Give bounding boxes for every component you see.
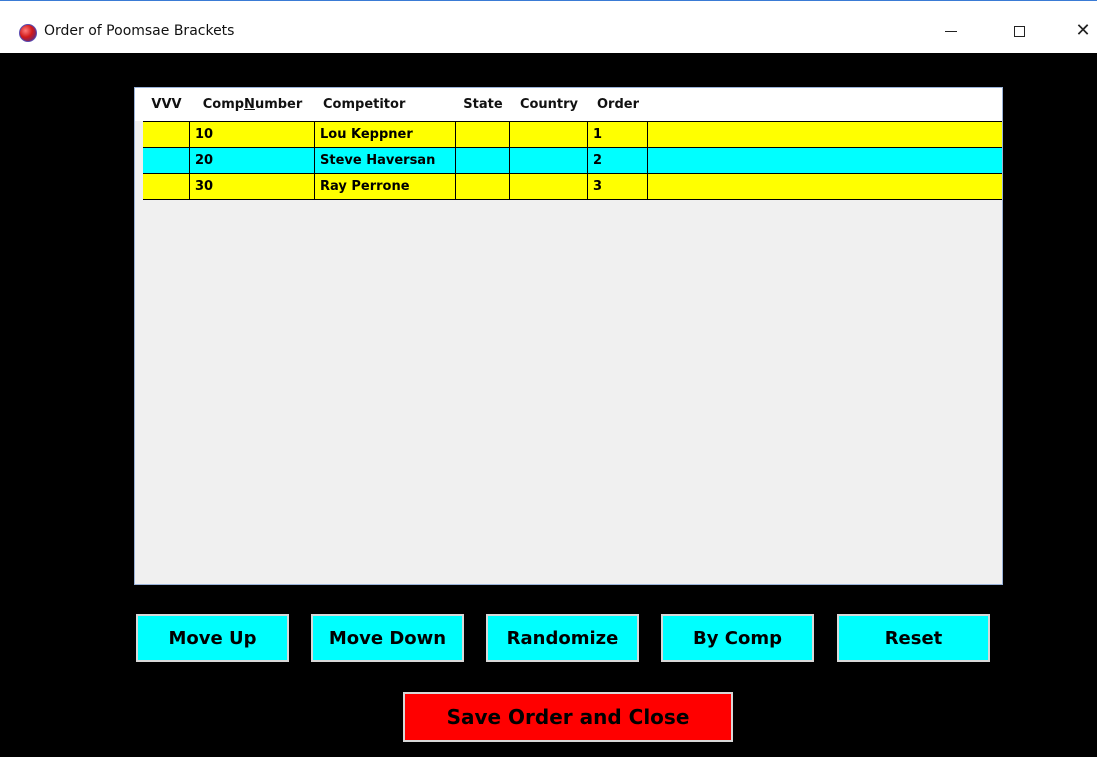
app-globe-icon	[19, 24, 37, 42]
close-button[interactable]: ✕	[1060, 14, 1097, 48]
column-header-comp-number[interactable]: CompNumber	[190, 88, 315, 121]
grid-header: VVV CompNumber Competitor State Country …	[135, 88, 1002, 121]
state-cell	[456, 122, 510, 147]
table-row[interactable]: 10 Lou Keppner 1	[143, 121, 1002, 148]
comp-number-cell: 20	[190, 148, 315, 173]
title-bar: Order of Poomsae Brackets ✕	[0, 0, 1097, 53]
competitor-grid[interactable]: VVV CompNumber Competitor State Country …	[134, 87, 1003, 585]
move-down-button[interactable]: Move Down	[311, 614, 464, 662]
reset-button[interactable]: Reset	[837, 614, 990, 662]
column-header-state[interactable]: State	[456, 88, 510, 121]
maximize-button[interactable]	[996, 14, 1042, 48]
order-cell: 1	[588, 122, 648, 147]
competitor-cell: Steve Haversan	[315, 148, 456, 173]
randomize-button[interactable]: Randomize	[486, 614, 639, 662]
minimize-button[interactable]	[928, 14, 974, 48]
window-title: Order of Poomsae Brackets	[44, 23, 235, 39]
order-cell: 2	[588, 148, 648, 173]
move-up-button[interactable]: Move Up	[136, 614, 289, 662]
maximize-icon	[1013, 25, 1025, 37]
country-cell	[510, 174, 588, 199]
column-header-order[interactable]: Order	[588, 88, 648, 121]
column-header-country[interactable]: Country	[510, 88, 588, 121]
by-comp-button[interactable]: By Comp	[661, 614, 814, 662]
country-cell	[510, 122, 588, 147]
competitor-cell: Lou Keppner	[315, 122, 456, 147]
comp-number-cell: 10	[190, 122, 315, 147]
column-header-vvv[interactable]: VVV	[143, 88, 190, 121]
save-order-close-button[interactable]: Save Order and Close	[403, 692, 733, 742]
state-cell	[456, 174, 510, 199]
comp-number-cell: 30	[190, 174, 315, 199]
vvv-cell	[143, 174, 190, 199]
column-header-competitor[interactable]: Competitor	[315, 88, 456, 121]
close-icon: ✕	[1075, 20, 1091, 41]
vvv-cell	[143, 122, 190, 147]
vvv-cell	[143, 148, 190, 173]
state-cell	[456, 148, 510, 173]
table-row[interactable]: 20 Steve Haversan 2	[143, 147, 1002, 174]
table-row[interactable]: 30 Ray Perrone 3	[143, 173, 1002, 200]
competitor-cell: Ray Perrone	[315, 174, 456, 199]
minimize-icon	[945, 30, 957, 32]
order-cell: 3	[588, 174, 648, 199]
country-cell	[510, 148, 588, 173]
